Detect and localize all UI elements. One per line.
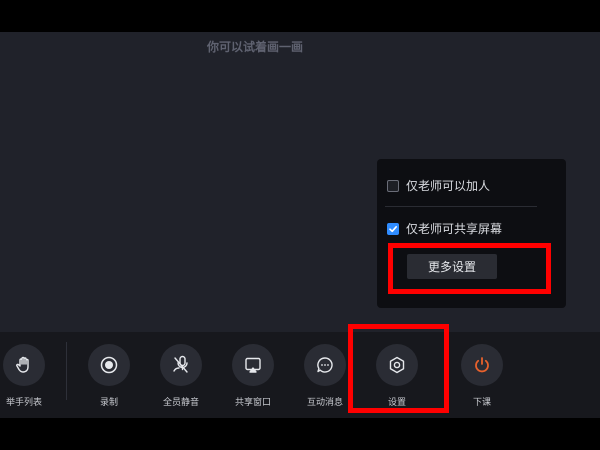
teacher-only-add-label: 仅老师可以加人 — [406, 179, 491, 193]
record-label: 录制 — [99, 398, 118, 408]
record-button[interactable]: 录制 — [79, 344, 139, 414]
whiteboard-hint: 你可以试着画一画 — [206, 40, 303, 54]
raise-hand-icon — [3, 344, 45, 386]
toolbar-divider — [66, 342, 67, 400]
message-icon — [304, 344, 346, 386]
check-icon — [389, 225, 397, 232]
raise-hand-list-label: 举手列表 — [5, 398, 42, 408]
settings-label: 设置 — [387, 398, 406, 408]
teacher-only-share-checkbox[interactable] — [387, 222, 399, 235]
raise-hand-list-button[interactable]: 举手列表 — [0, 344, 54, 414]
record-icon — [88, 344, 130, 386]
more-settings-button[interactable]: 更多设置 — [407, 254, 497, 279]
teacher-only-add-option[interactable]: 仅老师可以加人 — [387, 177, 490, 194]
popup-separator — [385, 206, 537, 207]
settings-button[interactable]: 设置 — [367, 344, 427, 414]
share-window-icon — [232, 344, 274, 386]
end-class-button[interactable]: 下课 — [452, 344, 512, 414]
mute-all-label: 全员静音 — [162, 398, 199, 408]
interactive-message-label: 互动消息 — [306, 398, 343, 408]
teacher-only-add-checkbox[interactable] — [387, 179, 399, 192]
gear-icon — [376, 344, 418, 386]
settings-popup: 仅老师可以加人 仅老师可共享屏幕 更多设置 — [377, 159, 566, 308]
interactive-message-button[interactable]: 互动消息 — [295, 344, 355, 414]
mute-all-icon — [160, 344, 202, 386]
bottom-strip — [0, 418, 600, 450]
share-window-label: 共享窗口 — [234, 398, 271, 408]
mute-all-button[interactable]: 全员静音 — [151, 344, 211, 414]
bottom-toolbar: 举手列表 录制 全员静音 共享窗口 互动消息 设置 下课 — [0, 332, 600, 418]
teacher-only-share-option[interactable]: 仅老师可共享屏幕 — [387, 220, 502, 237]
end-class-label: 下课 — [472, 398, 491, 408]
share-window-button[interactable]: 共享窗口 — [223, 344, 283, 414]
power-icon — [461, 344, 503, 386]
teacher-only-share-label: 仅老师可共享屏幕 — [406, 222, 503, 236]
